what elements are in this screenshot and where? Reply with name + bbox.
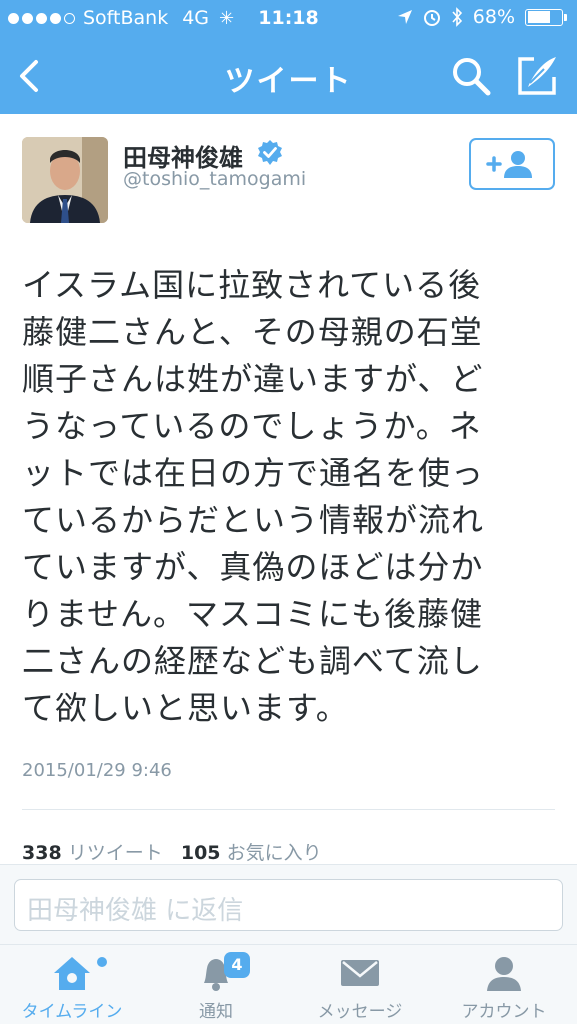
person-icon bbox=[487, 957, 521, 991]
avatar-image bbox=[22, 137, 108, 223]
tweet-timestamp: 2015/01/29 9:46 bbox=[22, 760, 172, 781]
add-user-icon bbox=[486, 151, 532, 178]
tab-label: 通知 bbox=[199, 1002, 233, 1022]
tab-notifications[interactable]: 通知 bbox=[144, 945, 288, 1024]
alarm-clock-icon bbox=[423, 10, 440, 26]
tweet-text-line: ットでは在日の方で通名を使っ bbox=[22, 454, 485, 492]
tweet-text-line: ているからだという情報が流れ bbox=[22, 501, 485, 539]
tweet-text-line: うなっているのでしょうか。ネ bbox=[22, 407, 482, 445]
compose-icon[interactable] bbox=[514, 53, 560, 99]
status-bar: SoftBank 4G ✳ 11:18 68% bbox=[0, 0, 577, 36]
tab-timeline[interactable]: タイムライン bbox=[0, 945, 144, 1024]
reply-input[interactable]: 田母神俊雄 に返信 bbox=[14, 879, 563, 931]
reply-bar: 田母神俊雄 に返信 bbox=[0, 864, 577, 944]
tweet-text-line: て欲しいと思います。 bbox=[22, 689, 349, 727]
battery-percent: 68% bbox=[472, 6, 515, 28]
search-icon[interactable] bbox=[450, 55, 492, 97]
tweet-text-line: 藤健二さんと、その母親の石堂 bbox=[22, 313, 483, 351]
tab-messages[interactable]: メッセージ bbox=[288, 945, 432, 1024]
tweet-text: イスラム国に拉致されている後 藤健二さんと、その母親の石堂 順子さんは姓が違いま… bbox=[22, 262, 532, 732]
envelope-icon bbox=[341, 960, 379, 986]
battery-icon bbox=[525, 8, 567, 26]
tweet-text-line: りません。マスコミにも後藤健 bbox=[22, 595, 484, 633]
tab-label: アカウント bbox=[461, 1002, 547, 1022]
bluetooth-icon bbox=[452, 7, 462, 27]
author-handle[interactable]: @toshio_tamogami bbox=[123, 168, 306, 190]
status-right: 68% bbox=[397, 6, 567, 28]
tweet-text-line: イスラム国に拉致されている後 bbox=[22, 266, 482, 304]
home-icon bbox=[54, 957, 90, 990]
tweet-text-line: 順子さんは姓が違いますが、ど bbox=[22, 360, 484, 398]
tweet-text-line: 二さんの経歴なども調べて流し bbox=[22, 642, 483, 680]
location-arrow-icon bbox=[397, 10, 412, 24]
follow-button[interactable] bbox=[469, 138, 555, 190]
top-bar: SoftBank 4G ✳ 11:18 68% ツイート bbox=[0, 0, 577, 114]
retweet-label[interactable]: リツイート bbox=[68, 842, 163, 864]
tab-label: メッセージ bbox=[317, 1002, 403, 1022]
tab-bar: タイムライン 通知 メッセージ アカウント bbox=[0, 944, 577, 1024]
favorite-count[interactable]: 105 bbox=[181, 842, 221, 864]
tab-account[interactable]: アカウント bbox=[432, 945, 576, 1024]
unread-dot bbox=[97, 957, 107, 967]
divider bbox=[22, 809, 555, 810]
tweet-stats: 338 リツイート 105 お気に入り bbox=[22, 838, 322, 865]
nav-bar: ツイート bbox=[0, 36, 577, 114]
favorite-label[interactable]: お気に入り bbox=[227, 842, 322, 864]
notification-badge: 4 bbox=[224, 952, 250, 978]
verified-badge-icon bbox=[258, 140, 282, 165]
avatar[interactable] bbox=[22, 137, 108, 223]
retweet-count[interactable]: 338 bbox=[22, 842, 62, 864]
tweet-text-line: ていますが、真偽のほどは分か bbox=[22, 548, 484, 586]
tab-label: タイムライン bbox=[21, 1002, 123, 1022]
